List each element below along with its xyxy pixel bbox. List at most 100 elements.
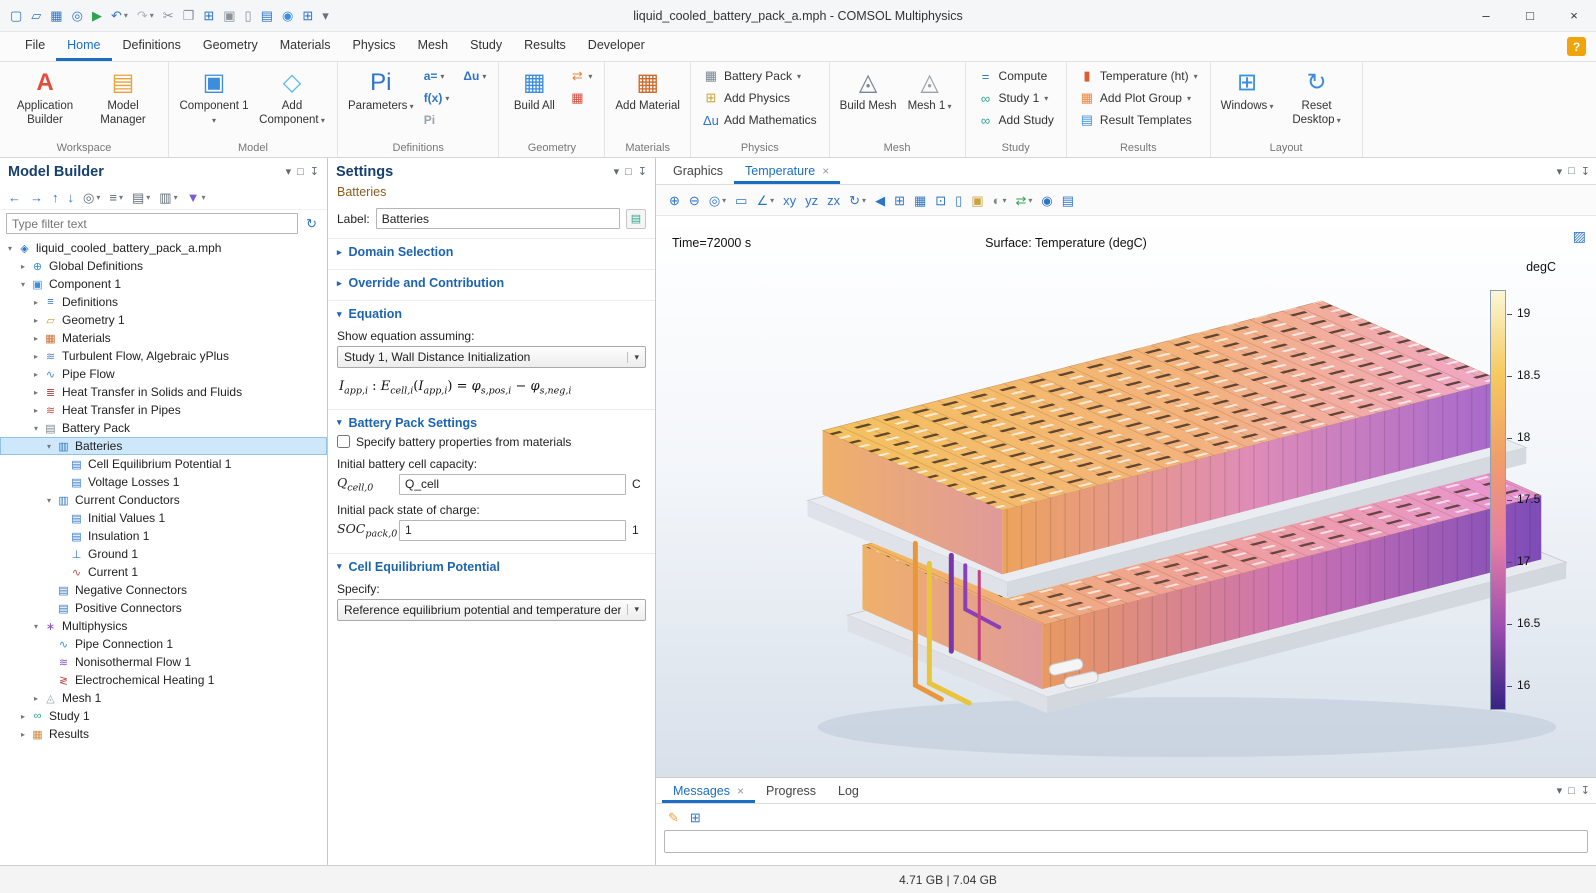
tree-item[interactable]: ∿Pipe Connection 1	[0, 635, 327, 653]
image-grid-icon[interactable]: ⊞	[890, 192, 909, 209]
view-zx-icon[interactable]: zx	[823, 192, 844, 209]
sound-icon[interactable]: ◀	[871, 192, 889, 209]
tree-item[interactable]: ⊥Ground 1	[0, 545, 327, 563]
run-icon[interactable]: ▶	[88, 7, 106, 24]
panel-menu-icon[interactable]: ▾	[1557, 784, 1563, 797]
report-icon[interactable]: ▤	[257, 7, 277, 24]
expand-arrow-icon[interactable]: ▸	[30, 406, 42, 415]
tree-item[interactable]: ∿Current 1	[0, 563, 327, 581]
menu-tab-home[interactable]: Home	[56, 32, 111, 61]
label-input[interactable]	[376, 208, 620, 229]
section-header-battery-pack-settings[interactable]: ▾ Battery Pack Settings	[337, 416, 646, 430]
tree-item[interactable]: ▾◈liquid_cooled_battery_pack_a.mph	[0, 239, 327, 257]
legend-toggle-icon[interactable]: ▨	[1573, 228, 1586, 245]
float-panel-icon[interactable]: □	[1568, 165, 1575, 177]
customize-toolbar-icon[interactable]: ▾	[318, 7, 333, 24]
tree-item[interactable]: ▤Cell Equilibrium Potential 1	[0, 455, 327, 473]
mesh-1-button[interactable]: ◬Mesh 1 ▾	[902, 65, 958, 141]
tree-item[interactable]: ▸≋Turbulent Flow, Algebraic yPlus	[0, 347, 327, 365]
import-geometry-icon[interactable]: ⇄▾	[564, 65, 597, 87]
close-tab-icon[interactable]: ×	[822, 164, 829, 178]
bottom-tab-progress[interactable]: Progress	[755, 778, 827, 803]
messages-input[interactable]	[664, 830, 1588, 853]
windows-button[interactable]: ⊞Windows ▾	[1218, 65, 1277, 141]
expand-arrow-icon[interactable]: ▸	[30, 388, 42, 397]
section-header-cell-equilibrium-potential[interactable]: ▾ Cell Equilibrium Potential	[337, 560, 646, 574]
show-options-icon[interactable]: ◎▾	[79, 189, 104, 206]
menu-tab-mesh[interactable]: Mesh	[407, 32, 460, 61]
expand-arrow-icon[interactable]: ▸	[30, 694, 42, 703]
tree-item[interactable]: ▾▤Battery Pack	[0, 419, 327, 437]
tree-item[interactable]: ▸▱Geometry 1	[0, 311, 327, 329]
zoom-in-icon[interactable]: ⊕	[665, 192, 684, 209]
reset-desktop-button[interactable]: ↻Reset Desktop ▾	[1279, 65, 1355, 141]
collapse-arrow-icon[interactable]: ▾	[4, 244, 16, 253]
collapse-arrow-icon[interactable]: ▾	[30, 424, 42, 433]
save-icon[interactable]: ▦	[46, 7, 66, 24]
expand-arrow-icon[interactable]: ▸	[30, 370, 42, 379]
clear-log-icon[interactable]: ✎	[664, 809, 683, 826]
add-mathematics-button[interactable]: ΔuAdd Mathematics	[698, 109, 822, 131]
result-templates-button[interactable]: ▤Result Templates	[1074, 109, 1203, 131]
cell-equilibrium-select[interactable]: Reference equilibrium potential and temp…	[337, 599, 646, 621]
menu-tab-geometry[interactable]: Geometry	[192, 32, 269, 61]
tree-table-icon[interactable]: ▤▾	[128, 189, 154, 206]
expand-arrow-icon[interactable]: ▸	[17, 262, 29, 271]
table-icon[interactable]: ⊞	[298, 7, 317, 24]
functions-button[interactable]: f(x)▾	[419, 87, 455, 109]
compute-button[interactable]: =Compute	[973, 65, 1059, 87]
tree-columns-icon[interactable]: ▥▾	[155, 189, 181, 206]
panel-menu-icon[interactable]: ▾	[1557, 165, 1563, 178]
build-mesh-button[interactable]: ◬Build Mesh	[837, 65, 900, 141]
tree-item[interactable]: ▸∿Pipe Flow	[0, 365, 327, 383]
expand-arrow-icon[interactable]: ▸	[30, 334, 42, 343]
section-header-domain-selection[interactable]: ▸ Domain Selection	[337, 245, 646, 259]
tree-item[interactable]: ▤Insulation 1	[0, 527, 327, 545]
tree-item[interactable]: ▸≋Heat Transfer in Pipes	[0, 401, 327, 419]
tree-item[interactable]: ▤Initial Values 1	[0, 509, 327, 527]
section-header-override-contribution[interactable]: ▸ Override and Contribution	[337, 276, 646, 290]
zoom-out-icon[interactable]: ⊖	[685, 192, 704, 209]
menu-tab-physics[interactable]: Physics	[341, 32, 406, 61]
save-as-icon[interactable]: ◎	[68, 7, 87, 24]
add-study-button[interactable]: ∞Add Study	[973, 109, 1059, 131]
menu-tab-definitions[interactable]: Definitions	[112, 32, 192, 61]
graphics-tab-graphics[interactable]: Graphics	[662, 158, 734, 184]
copy-icon[interactable]: ❐	[179, 7, 199, 24]
tree-item[interactable]: ≷Electrochemical Heating 1	[0, 671, 327, 689]
section-header-equation[interactable]: ▾ Equation	[337, 307, 646, 321]
model-manager-button[interactable]: ▤Model Manager	[85, 65, 161, 141]
cut-icon[interactable]: ✂	[159, 7, 178, 24]
snapshot-camera-icon[interactable]: ◉	[1037, 192, 1056, 209]
tree-item[interactable]: ≋Nonisothermal Flow 1	[0, 653, 327, 671]
new-file-icon[interactable]: ▢	[6, 7, 26, 24]
component-1-button[interactable]: ▣Component 1 ▾	[176, 65, 252, 141]
parameters-button[interactable]: PiParameters ▾	[345, 65, 417, 141]
print-icon[interactable]: ▤	[1058, 192, 1078, 209]
tree-item[interactable]: ▤Positive Connectors	[0, 599, 327, 617]
minimize-button[interactable]: –	[1464, 0, 1508, 31]
default-view-icon[interactable]: ∠▾	[752, 192, 778, 209]
variables-button[interactable]: a=▾	[419, 65, 455, 87]
capacity-input[interactable]	[399, 474, 626, 495]
label-indicator-icon[interactable]: ▤	[626, 209, 646, 229]
expand-arrow-icon[interactable]: ▸	[17, 730, 29, 739]
lighting-icon[interactable]: ◐▾	[989, 192, 1011, 209]
filter-input[interactable]	[6, 213, 298, 234]
tree-item[interactable]: ▸▦Materials	[0, 329, 327, 347]
plot-data-icon[interactable]: ▦	[910, 192, 930, 209]
pin-panel-icon[interactable]: ↧	[1581, 165, 1590, 178]
paste-icon[interactable]: ▣	[219, 7, 239, 24]
undo-icon[interactable]: ↶▾	[107, 7, 132, 24]
refresh-plot-icon[interactable]: ↻▾	[845, 192, 870, 209]
equation-assuming-select[interactable]: Study 1, Wall Distance Initialization ▾	[337, 346, 646, 368]
refresh-filter-icon[interactable]: ↻	[302, 215, 321, 232]
help-button[interactable]: ?	[1567, 37, 1586, 56]
zoom-extents-icon[interactable]: ◎▾	[705, 192, 730, 209]
back-icon[interactable]: ←	[4, 189, 25, 206]
expand-arrow-icon[interactable]: ▸	[30, 352, 42, 361]
update-plot-icon[interactable]: ⇄▾	[1012, 192, 1037, 209]
tree-item[interactable]: ▸∞Study 1	[0, 707, 327, 725]
build-all-button[interactable]: ▦Build All	[506, 65, 562, 141]
collapse-arrow-icon[interactable]: ▾	[30, 622, 42, 631]
